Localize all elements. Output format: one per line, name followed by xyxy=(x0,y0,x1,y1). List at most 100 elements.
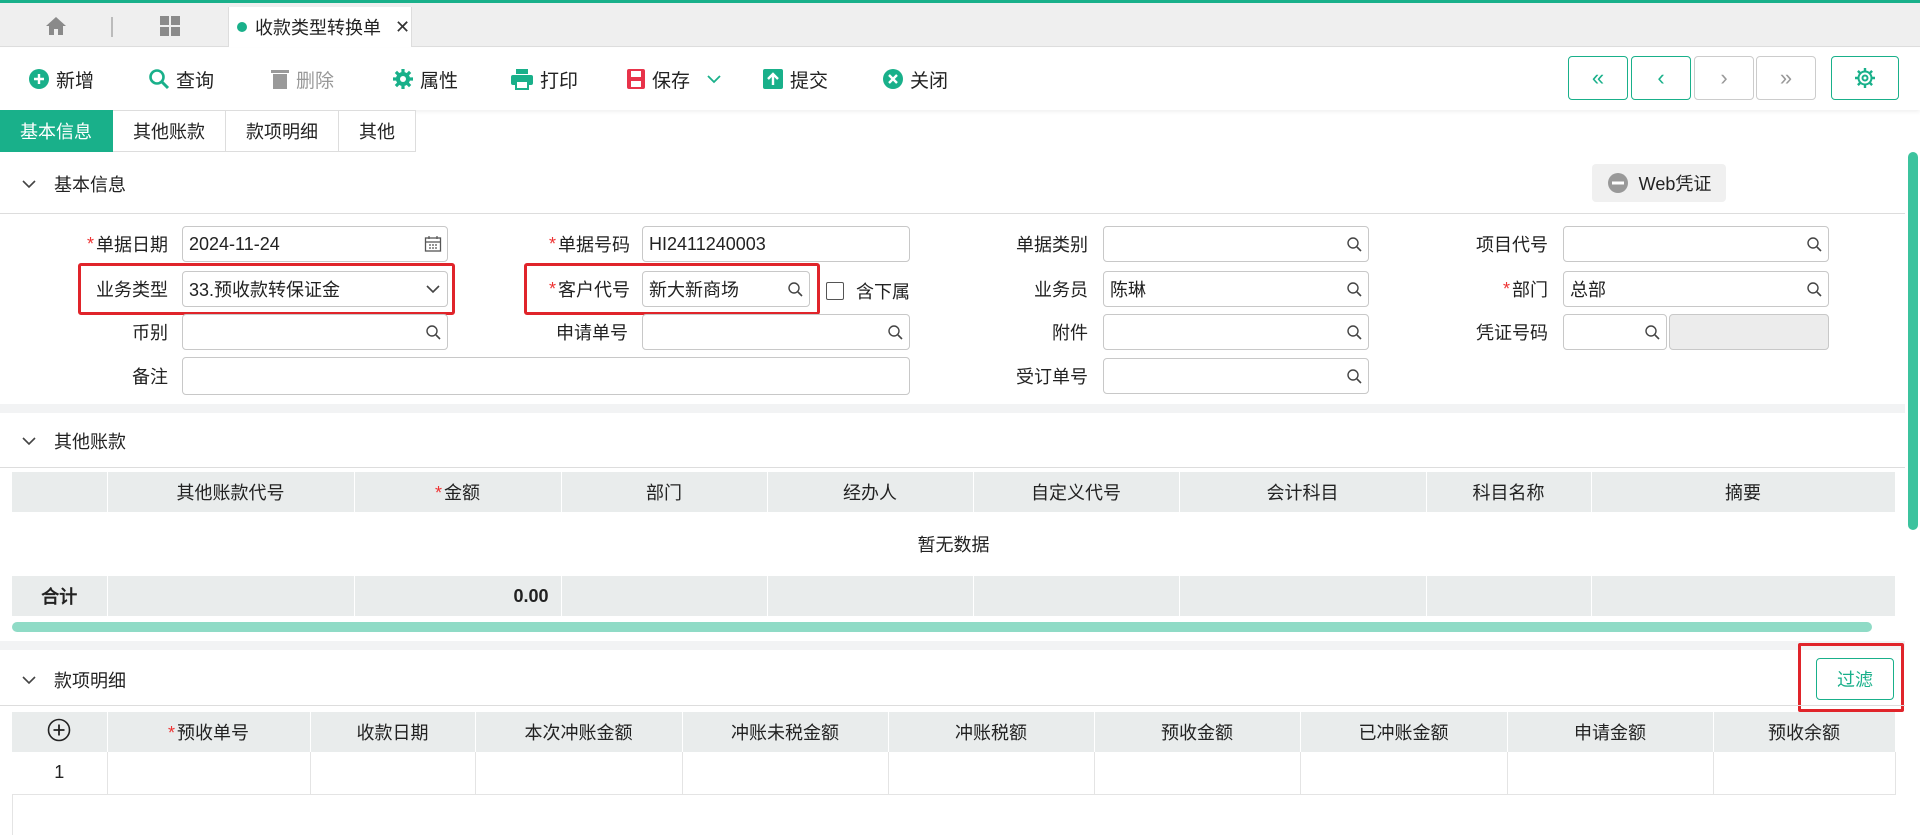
tab-basic-info[interactable]: 基本信息 xyxy=(0,110,113,152)
column-header-prepaid-no[interactable]: * 预收单号 xyxy=(107,712,311,752)
active-dot-icon xyxy=(237,22,247,32)
close-button[interactable]: 关闭 xyxy=(882,64,948,94)
search-icon[interactable] xyxy=(1638,324,1666,340)
column-header[interactable]: 其他账款代号 xyxy=(107,472,355,512)
submit-button[interactable]: 提交 xyxy=(762,64,828,94)
table-cell[interactable] xyxy=(310,752,476,795)
currency-input[interactable] xyxy=(182,314,448,350)
new-button[interactable]: 新增 xyxy=(28,64,94,94)
total-amount: 0.00 xyxy=(354,576,562,616)
tab-other-accounts[interactable]: 其他账款 xyxy=(113,110,226,152)
print-button-label: 打印 xyxy=(540,70,579,92)
search-icon[interactable] xyxy=(1800,236,1828,252)
table-cell[interactable] xyxy=(682,752,889,795)
table-cell[interactable] xyxy=(475,752,683,795)
salesman-label: 业务员 xyxy=(1034,280,1088,300)
next-record-button[interactable]: › xyxy=(1694,56,1754,100)
column-header-index xyxy=(12,472,108,512)
home-tab[interactable] xyxy=(28,11,84,41)
column-header-amount[interactable]: * 金额 xyxy=(354,472,562,512)
calendar-icon[interactable] xyxy=(419,235,447,253)
doc-no-input[interactable]: HI2411240003 xyxy=(642,226,910,262)
table-cell[interactable] xyxy=(888,752,1095,795)
voucher-no-input[interactable] xyxy=(1563,314,1667,350)
search-icon[interactable] xyxy=(781,281,809,297)
filter-button[interactable]: 过滤 xyxy=(1816,658,1894,700)
biz-type-select[interactable]: 33.预收款转保证金 xyxy=(182,271,448,307)
apps-tab[interactable] xyxy=(140,11,200,41)
web-voucher-button[interactable]: Web凭证 xyxy=(1592,164,1726,202)
search-icon[interactable] xyxy=(1340,236,1368,252)
window-tab-bar: 收款类型转换单 ✕ xyxy=(0,3,1920,47)
chevron-down-icon[interactable] xyxy=(706,71,722,87)
remark-input[interactable] xyxy=(182,357,910,395)
search-icon[interactable] xyxy=(1800,281,1828,297)
last-record-button[interactable]: » xyxy=(1756,56,1816,100)
tab-payment-details[interactable]: 款项明细 xyxy=(226,110,339,152)
search-icon[interactable] xyxy=(1340,324,1368,340)
column-header[interactable]: 冲账税额 xyxy=(888,712,1095,752)
voucher-detail-field xyxy=(1669,314,1829,350)
add-circle-icon[interactable] xyxy=(47,718,71,742)
column-header[interactable]: 部门 xyxy=(561,472,768,512)
doc-date-input[interactable]: 2024-11-24 xyxy=(182,226,448,262)
table-cell[interactable] xyxy=(1713,752,1896,795)
column-header[interactable]: 预收余额 xyxy=(1713,712,1896,752)
total-cell xyxy=(973,576,1180,616)
print-button[interactable]: 打印 xyxy=(510,64,578,94)
tab-other[interactable]: 其他 xyxy=(339,110,416,152)
settings-button[interactable] xyxy=(1831,56,1899,100)
column-header[interactable]: 申请金额 xyxy=(1507,712,1714,752)
basic-section-title: 基本信息 xyxy=(54,175,126,195)
include-sub-checkbox[interactable]: 含下属 xyxy=(826,278,910,304)
column-header[interactable]: 摘要 xyxy=(1591,472,1896,512)
chevron-down-icon[interactable] xyxy=(419,284,447,294)
doc-type-input[interactable] xyxy=(1103,226,1369,262)
table-cell[interactable] xyxy=(1507,752,1714,795)
save-button[interactable]: 保存 xyxy=(626,64,722,94)
customer-code-input[interactable]: 新大新商场 xyxy=(642,271,810,307)
order-no-input[interactable] xyxy=(1103,358,1369,394)
first-record-button[interactable]: « xyxy=(1568,56,1628,100)
query-button[interactable]: 查询 xyxy=(148,64,214,94)
column-header[interactable]: 冲账未税金额 xyxy=(682,712,889,752)
total-cell xyxy=(1179,576,1427,616)
search-icon[interactable] xyxy=(1340,368,1368,384)
table-cell[interactable] xyxy=(1300,752,1508,795)
column-header[interactable]: 会计科目 xyxy=(1179,472,1427,512)
divider xyxy=(0,467,1905,468)
prev-record-button[interactable]: ‹ xyxy=(1631,56,1691,100)
column-header[interactable]: 预收金额 xyxy=(1094,712,1301,752)
close-icon[interactable]: ✕ xyxy=(395,17,410,38)
horizontal-scrollbar[interactable] xyxy=(12,622,1872,632)
divider xyxy=(0,213,1905,214)
search-icon[interactable] xyxy=(1340,281,1368,297)
vertical-scrollbar[interactable] xyxy=(1908,152,1918,530)
project-code-input[interactable] xyxy=(1563,226,1829,262)
column-header[interactable]: 科目名称 xyxy=(1426,472,1592,512)
add-row-cell[interactable] xyxy=(12,712,108,752)
dept-input[interactable]: 总部 xyxy=(1563,271,1829,307)
search-icon[interactable] xyxy=(419,324,447,340)
salesman-input[interactable]: 陈琳 xyxy=(1103,271,1369,307)
apply-no-input[interactable] xyxy=(642,314,910,350)
column-header[interactable]: 经办人 xyxy=(767,472,974,512)
column-header[interactable]: 自定义代号 xyxy=(973,472,1180,512)
delete-button[interactable]: 删除 xyxy=(270,64,334,94)
other-section-header[interactable]: 其他账款 xyxy=(0,413,1905,469)
table-cell[interactable] xyxy=(107,752,311,795)
section-gap xyxy=(0,641,1905,650)
tab-document[interactable]: 收款类型转换单 ✕ xyxy=(228,7,412,47)
delete-button-label: 删除 xyxy=(296,70,335,92)
table-cell[interactable] xyxy=(1094,752,1301,795)
column-header[interactable]: 本次冲账金额 xyxy=(475,712,683,752)
home-icon xyxy=(46,17,66,35)
column-header[interactable]: 已冲账金额 xyxy=(1300,712,1508,752)
search-icon[interactable] xyxy=(881,324,909,340)
checkbox-box[interactable] xyxy=(826,282,844,300)
detail-section-header[interactable]: 款项明细 xyxy=(0,652,1905,708)
properties-button[interactable]: 属性 xyxy=(392,64,458,94)
column-header[interactable]: 收款日期 xyxy=(310,712,476,752)
total-cell xyxy=(1426,576,1592,616)
attachment-input[interactable] xyxy=(1103,314,1369,350)
